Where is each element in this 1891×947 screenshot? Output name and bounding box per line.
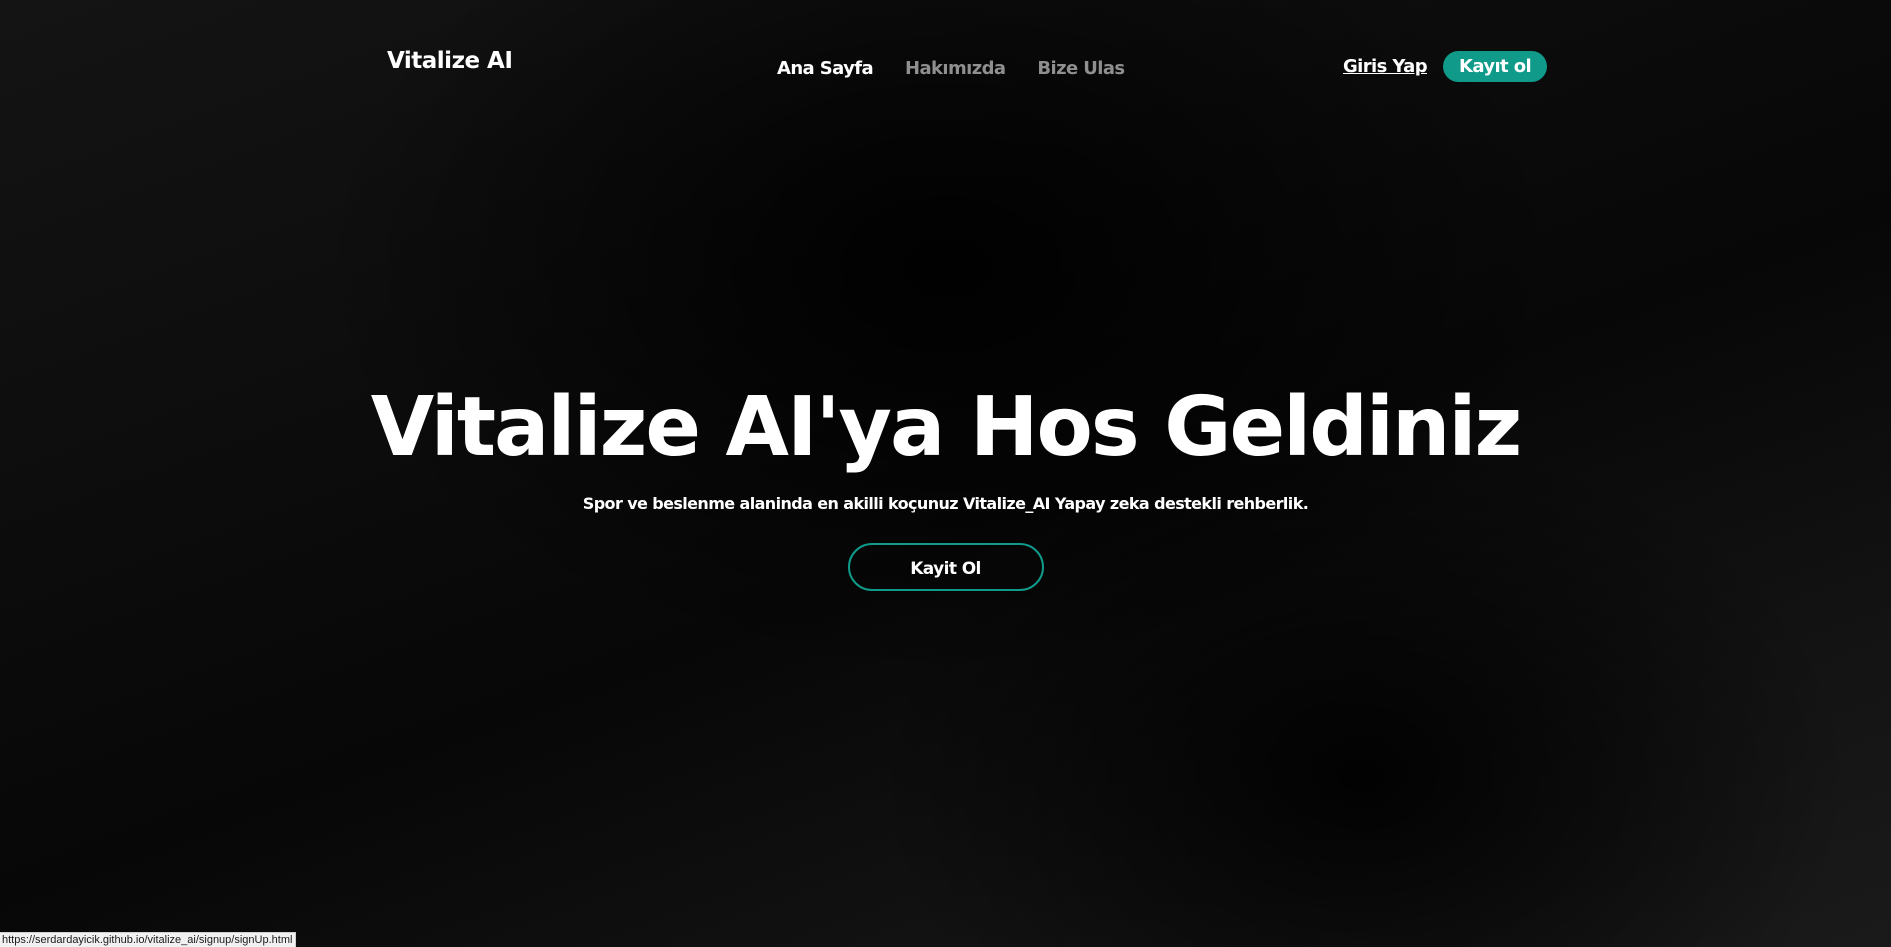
auth-actions: Giris Yap Kayıt ol [1343,51,1548,82]
login-link[interactable]: Giris Yap [1343,56,1428,77]
link-status-bar: https://serdardayicik.github.io/vitalize… [0,932,297,947]
hero-title: Vitalize AI'ya Hos Geldiniz [370,380,1523,475]
main-nav: Ana Sayfa Hakımızda Bize Ulas [777,58,1125,79]
hero-signup-button[interactable]: Kayit Ol [847,543,1044,591]
signup-button[interactable]: Kayıt ol [1443,51,1548,82]
brand-logo[interactable]: Vitalize AI [387,48,513,74]
top-navbar: Vitalize AI Ana Sayfa Hakımızda Bize Ula… [0,0,1891,140]
nav-link-bize-ulas[interactable]: Bize Ulas [1037,58,1125,79]
nav-link-hakkimizda[interactable]: Hakımızda [905,58,1006,79]
nav-link-ana-sayfa[interactable]: Ana Sayfa [777,58,874,79]
hero-section: Vitalize AI'ya Hos Geldiniz Spor ve besl… [0,380,1891,591]
hero-subtitle: Spor ve beslenme alaninda en akilli koçu… [582,494,1309,513]
